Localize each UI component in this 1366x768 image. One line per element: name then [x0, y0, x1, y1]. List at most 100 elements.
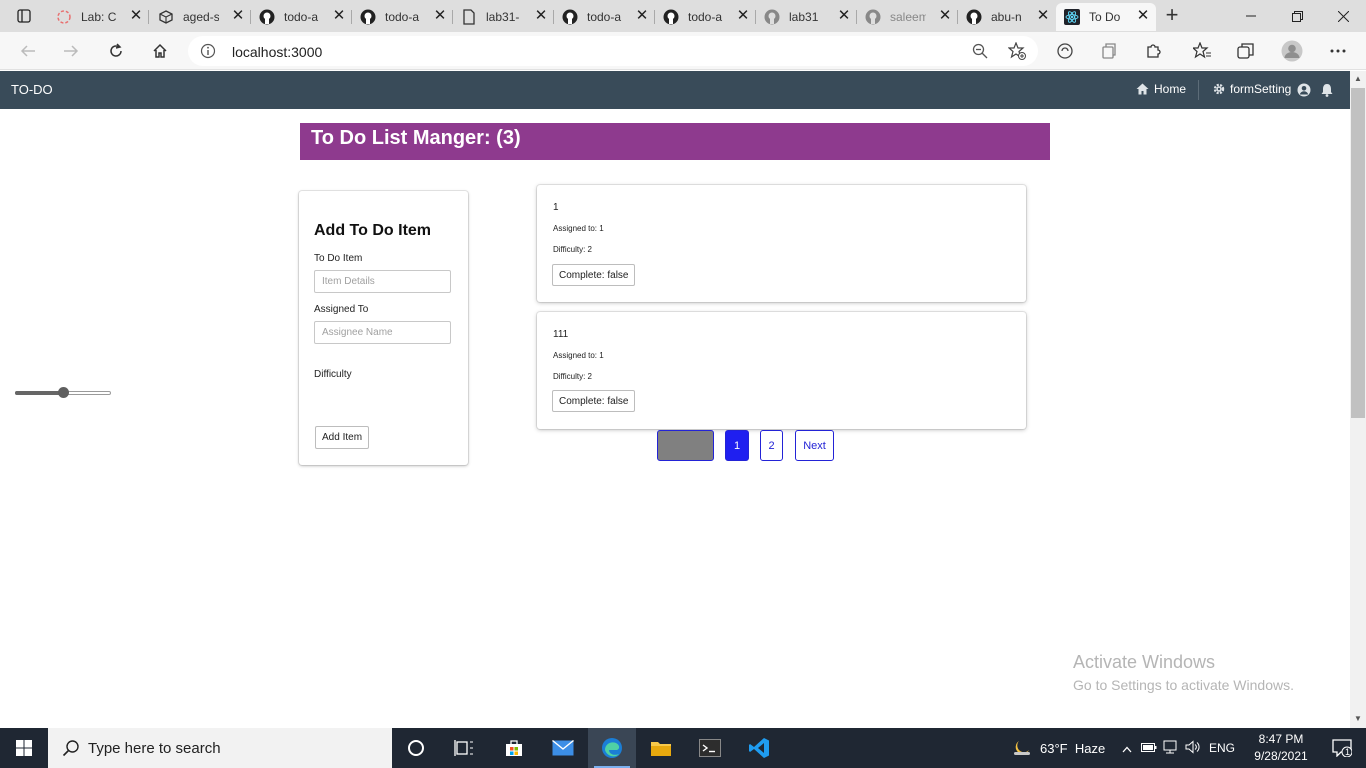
tab-title: saleem	[890, 10, 926, 24]
taskbar-clock[interactable]: 8:47 PM 9/28/2021	[1250, 731, 1312, 765]
notification-center-icon[interactable]: 1	[1318, 728, 1366, 768]
add-favorite-icon[interactable]	[1007, 41, 1026, 65]
forward-icon[interactable]	[57, 38, 85, 64]
pagination-page-1[interactable]: 1	[725, 430, 749, 461]
favorites-icon[interactable]	[1192, 41, 1212, 61]
add-item-button[interactable]: Add Item	[315, 426, 370, 449]
collections-share-icon[interactable]	[1099, 41, 1119, 61]
zoom-icon[interactable]	[972, 43, 988, 64]
todo-assignee: Assigned to: 1	[553, 351, 604, 360]
pagination-page-2[interactable]: 2	[760, 430, 783, 461]
browser-tab-strip: Lab: Cl ✕ aged-s ✕ todo-a ✕ todo-a ✕ lab…	[0, 0, 1366, 32]
close-tab-icon[interactable]: ✕	[837, 8, 851, 23]
todo-text: 111	[553, 329, 569, 340]
show-hidden-icons-icon[interactable]	[1122, 741, 1132, 756]
toggle-complete-button[interactable]: Complete: false	[552, 264, 636, 286]
close-tab-icon[interactable]: ✕	[433, 8, 447, 23]
difficulty-slider[interactable]	[15, 387, 111, 399]
github-icon	[865, 9, 881, 25]
pagination-previous-button[interactable]	[657, 430, 714, 461]
windows-taskbar: Type here to search 63°F Haze ENG 8:47 P…	[0, 728, 1366, 768]
close-tab-icon[interactable]: ✕	[534, 8, 548, 23]
mail-icon[interactable]	[539, 728, 587, 768]
app-brand[interactable]: TO-DO	[11, 82, 53, 97]
clock-time: 8:47 PM	[1258, 732, 1304, 746]
restore-icon[interactable]	[1274, 0, 1320, 32]
toggle-complete-button[interactable]: Complete: false	[552, 390, 636, 412]
browser-tab[interactable]: todo-a ✕	[655, 3, 756, 31]
edge-browser-icon[interactable]	[588, 728, 636, 768]
browser-tab[interactable]: todo-a ✕	[352, 3, 453, 31]
minimize-icon[interactable]	[1228, 0, 1274, 32]
file-explorer-icon[interactable]	[637, 728, 685, 768]
todo-card: 1 Assigned to: 1 Difficulty: 2 Complete:…	[537, 185, 1026, 302]
close-tab-icon[interactable]: ✕	[635, 8, 649, 23]
notification-count: 1	[1345, 747, 1351, 757]
browser-tab[interactable]: abu-n ✕	[958, 3, 1056, 31]
search-icon	[62, 739, 80, 762]
scrollbar-thumb[interactable]	[1351, 88, 1365, 418]
browser-tab[interactable]: todo-a ✕	[554, 3, 655, 31]
form-title: Add To Do Item	[314, 222, 432, 239]
taskbar-search-box[interactable]: Type here to search	[48, 728, 392, 768]
close-tab-icon[interactable]: ✕	[129, 8, 143, 23]
new-tab-icon[interactable]: +	[1160, 4, 1184, 28]
windows-start-icon[interactable]	[0, 728, 48, 768]
browser-tab[interactable]: lab31 ✕	[756, 3, 857, 31]
tab-title: lab31	[789, 10, 819, 24]
nav-settings-link[interactable]: formSetting	[1213, 82, 1291, 96]
terminal-icon[interactable]	[686, 728, 734, 768]
url-text[interactable]: localhost:3000	[232, 44, 322, 60]
codefellows-icon	[56, 9, 72, 25]
back-icon[interactable]	[14, 38, 42, 64]
slider-thumb[interactable]	[58, 387, 69, 398]
tab-title: todo-a	[587, 10, 622, 24]
close-tab-icon[interactable]: ✕	[1036, 8, 1050, 23]
close-tab-icon[interactable]: ✕	[231, 8, 245, 23]
task-view-icon[interactable]	[440, 728, 488, 768]
todo-card: 111 Assigned to: 1 Difficulty: 2 Complet…	[537, 312, 1026, 429]
nav-home-link[interactable]: Home	[1136, 82, 1186, 96]
todo-text: 1	[553, 202, 559, 213]
scroll-up-icon[interactable]: ▲	[1354, 75, 1362, 83]
home-icon[interactable]	[146, 38, 174, 64]
tab-title: aged-s	[183, 10, 219, 24]
page-scrollbar[interactable]: ▲ ▼	[1350, 71, 1366, 728]
watermark-title: Activate Windows	[1073, 652, 1216, 672]
refresh-icon[interactable]	[102, 38, 130, 64]
close-tab-icon[interactable]: ✕	[938, 8, 952, 23]
weather-widget[interactable]: 63°F Haze	[1010, 728, 1105, 768]
site-info-icon[interactable]	[200, 43, 216, 59]
battery-icon[interactable]	[1141, 741, 1157, 756]
user-icon[interactable]	[1297, 83, 1311, 97]
tracking-icon[interactable]	[1055, 41, 1075, 61]
extensions-icon[interactable]	[1143, 41, 1163, 61]
pagination-next-button[interactable]: Next	[795, 430, 834, 461]
tab-actions-icon[interactable]	[8, 4, 40, 28]
network-icon[interactable]	[1163, 740, 1179, 757]
close-tab-icon[interactable]: ✕	[1136, 8, 1150, 23]
browser-tab[interactable]: aged-s ✕	[150, 3, 251, 31]
scroll-down-icon[interactable]: ▼	[1354, 715, 1362, 723]
more-menu-icon[interactable]	[1328, 41, 1348, 61]
volume-icon[interactable]	[1185, 739, 1201, 757]
language-indicator[interactable]: ENG	[1209, 741, 1235, 755]
browser-tab[interactable]: lab31- ✕	[453, 3, 554, 31]
todo-item-input[interactable]	[314, 270, 451, 293]
close-tab-icon[interactable]: ✕	[332, 8, 346, 23]
url-bar[interactable]: localhost:3000	[188, 36, 1038, 66]
browser-tab[interactable]: todo-a ✕	[251, 3, 352, 31]
close-tab-icon[interactable]: ✕	[736, 8, 750, 23]
vscode-icon[interactable]	[735, 728, 783, 768]
notification-bell-icon[interactable]	[1320, 83, 1334, 97]
assignee-input[interactable]	[314, 321, 451, 344]
cortana-icon[interactable]	[392, 728, 440, 768]
close-window-icon[interactable]	[1320, 0, 1366, 32]
collections-icon[interactable]	[1236, 41, 1256, 61]
browser-tab-active[interactable]: To Do ✕	[1056, 3, 1156, 31]
browser-tab[interactable]: saleem ✕	[857, 3, 958, 31]
browser-tab[interactable]: Lab: Cl ✕	[48, 3, 149, 31]
profile-avatar-icon[interactable]	[1281, 40, 1303, 62]
microsoft-store-icon[interactable]	[490, 728, 538, 768]
tab-title: abu-n	[991, 10, 1022, 24]
